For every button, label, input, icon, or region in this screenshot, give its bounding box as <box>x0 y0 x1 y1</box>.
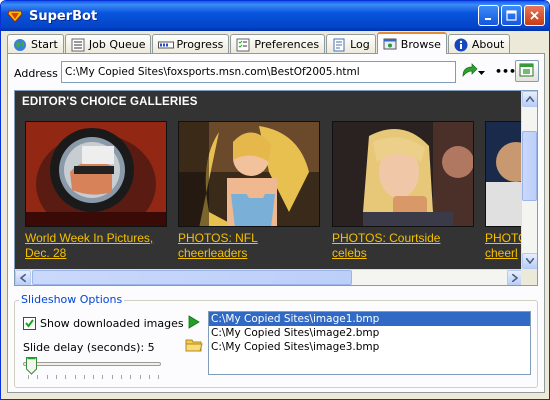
more-options-button[interactable]: ••• <box>495 62 516 82</box>
slider-ticks <box>28 375 162 379</box>
slider-thumb[interactable] <box>26 357 37 375</box>
gallery-thumbnail[interactable] <box>25 121 167 227</box>
slider-tick <box>130 375 132 379</box>
tab-log[interactable]: Log <box>326 34 376 54</box>
go-button[interactable] <box>460 62 488 82</box>
browse-icon <box>383 37 397 51</box>
slider-tick <box>148 375 150 379</box>
tab-browse[interactable]: Browse <box>376 32 447 54</box>
slider-tick <box>93 375 95 379</box>
superbot-logo-icon <box>7 8 23 24</box>
title-bar[interactable]: SuperBot <box>1 1 549 31</box>
scroll-up-button[interactable] <box>522 91 537 107</box>
address-label: Address <box>14 67 58 80</box>
tab-about[interactable]: About <box>447 34 511 54</box>
checkmark-icon <box>25 319 34 328</box>
chevron-left-icon <box>20 274 26 282</box>
tab-start[interactable]: Start <box>7 34 64 54</box>
browser-view[interactable]: EDITOR'S CHOICE GALLERIES World Week In … <box>14 90 538 286</box>
slideshow-options-group: Slideshow Options Show downloaded images… <box>14 293 538 388</box>
gallery-caption-link[interactable]: PHOTOS: NFL cheerleaders <box>178 231 328 261</box>
horizontal-scrollbar[interactable] <box>15 269 523 285</box>
info-icon <box>454 38 468 52</box>
show-downloaded-checkbox[interactable] <box>23 317 36 330</box>
show-downloaded-checkbox-row[interactable]: Show downloaded images <box>23 317 184 330</box>
slider-tick <box>121 375 122 379</box>
scroll-left-button[interactable] <box>15 270 31 285</box>
browse-panel: Address ••• EDITOR'S CHOICE GALLERIES <box>7 53 545 393</box>
gallery-caption-link[interactable]: PHOTOS: Courtside celebs <box>332 231 482 261</box>
tab-label: Start <box>31 38 58 51</box>
close-button[interactable] <box>524 5 545 26</box>
address-input[interactable] <box>61 61 456 83</box>
gallery-thumbnail[interactable] <box>332 121 474 227</box>
window-title: SuperBot <box>29 8 98 24</box>
slider-tick <box>111 375 113 379</box>
go-arrow-icon <box>460 62 478 82</box>
dropdown-arrow-icon[interactable] <box>478 66 485 79</box>
log-icon <box>332 38 346 52</box>
scrollbar-corner <box>521 269 537 285</box>
gallery-caption-link[interactable]: PHOTO cheerl <box>485 231 525 261</box>
slider-tick <box>37 375 39 379</box>
tab-preferences[interactable]: Preferences <box>230 34 326 54</box>
slider-tick <box>55 375 57 379</box>
slide-delay-label: Slide delay (seconds): 5 <box>23 341 155 354</box>
tab-progress[interactable]: Progress <box>152 34 230 54</box>
superbot-window: SuperBot Start Job Queue Progress Prefer… <box>0 0 550 400</box>
slider-tick <box>139 375 141 379</box>
gallery-caption-link[interactable]: World Week In Pictures, Dec. 28 <box>25 231 175 261</box>
maximize-button[interactable] <box>501 5 522 26</box>
slide-delay-slider[interactable] <box>23 357 161 379</box>
list-item[interactable]: C:\My Copied Sites\image3.bmp <box>209 340 530 354</box>
gallery-thumbnail[interactable] <box>178 121 320 227</box>
folder-icon <box>185 339 203 352</box>
vertical-scroll-thumb[interactable] <box>522 131 537 201</box>
progress-icon <box>158 38 175 52</box>
slider-tick <box>65 375 67 379</box>
chevron-right-icon <box>512 274 518 282</box>
horizontal-scroll-thumb[interactable] <box>32 270 352 285</box>
slider-tick <box>83 375 85 379</box>
tab-label: Progress <box>176 38 224 51</box>
slider-tick <box>28 375 29 379</box>
tab-label: Log <box>350 38 370 51</box>
chevron-down-icon <box>526 258 534 264</box>
checklist-icon <box>236 38 250 52</box>
list-icon <box>71 38 85 52</box>
slider-tick <box>74 375 76 379</box>
play-slideshow-button[interactable] <box>187 315 201 329</box>
slide-delay-value: 5 <box>147 341 155 354</box>
tab-strip: Start Job Queue Progress Preferences Log <box>7 32 511 54</box>
group-title: Slideshow Options <box>19 293 125 306</box>
play-icon <box>188 315 200 329</box>
slider-tick <box>102 375 104 379</box>
tab-label: About <box>471 38 505 51</box>
minimize-button[interactable] <box>478 5 499 26</box>
slider-tick <box>46 375 48 379</box>
show-downloaded-label: Show downloaded images <box>40 317 184 330</box>
chevron-up-icon <box>526 96 534 102</box>
list-item[interactable]: C:\My Copied Sites\image2.bmp <box>209 326 530 340</box>
tab-label: Preferences <box>254 38 320 51</box>
window-icon <box>519 62 535 81</box>
open-folder-button[interactable] <box>185 337 203 353</box>
slider-track <box>23 362 161 366</box>
list-item[interactable]: C:\My Copied Sites\image1.bmp <box>209 312 530 326</box>
tab-label: Job Queue <box>88 38 146 51</box>
tab-label: Browse <box>400 37 441 51</box>
image-file-list[interactable]: C:\My Copied Sites\image1.bmp C:\My Copi… <box>208 311 531 375</box>
globe-icon <box>13 38 27 52</box>
ellipsis-icon: ••• <box>495 65 517 78</box>
open-in-browser-button[interactable] <box>515 60 539 82</box>
slider-tick <box>158 375 160 379</box>
scroll-down-button[interactable] <box>522 253 537 269</box>
vertical-scrollbar[interactable] <box>521 91 537 269</box>
gallery-header: EDITOR'S CHOICE GALLERIES <box>22 96 198 108</box>
tab-job-queue[interactable]: Job Queue <box>64 34 152 54</box>
